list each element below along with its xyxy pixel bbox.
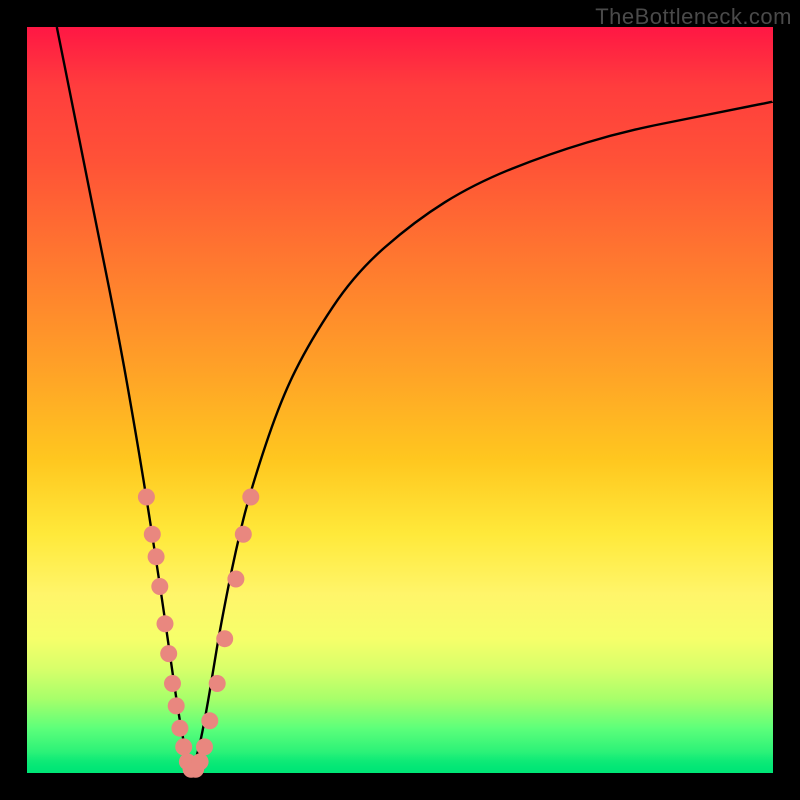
marker-point bbox=[227, 571, 244, 588]
marker-point bbox=[216, 630, 233, 647]
chart-svg bbox=[27, 27, 773, 773]
marker-point bbox=[148, 548, 165, 565]
watermark-text: TheBottleneck.com bbox=[595, 4, 792, 30]
marker-point bbox=[201, 712, 218, 729]
marker-point bbox=[192, 753, 209, 770]
marker-point bbox=[175, 738, 192, 755]
marker-point bbox=[151, 578, 168, 595]
marker-group bbox=[138, 489, 259, 778]
marker-point bbox=[242, 489, 259, 506]
marker-point bbox=[160, 645, 177, 662]
marker-point bbox=[171, 720, 188, 737]
marker-point bbox=[164, 675, 181, 692]
marker-point bbox=[168, 697, 185, 714]
marker-point bbox=[209, 675, 226, 692]
marker-point bbox=[196, 738, 213, 755]
marker-point bbox=[144, 526, 161, 543]
marker-point bbox=[235, 526, 252, 543]
marker-point bbox=[157, 615, 174, 632]
chart-frame: TheBottleneck.com bbox=[0, 0, 800, 800]
marker-point bbox=[138, 489, 155, 506]
plot-area bbox=[27, 27, 773, 773]
